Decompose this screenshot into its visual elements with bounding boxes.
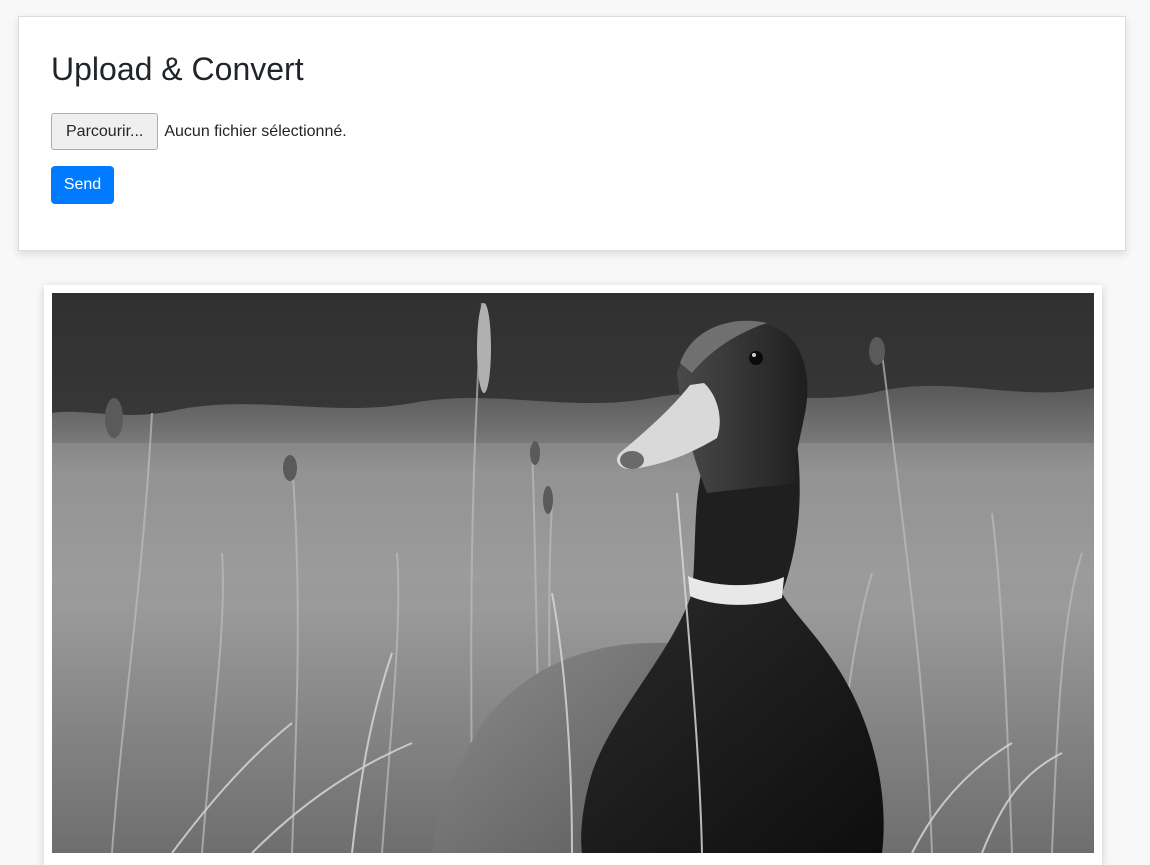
file-input[interactable]: Parcourir... Aucun fichier sélectionné.: [51, 113, 347, 150]
file-status-text: Aucun fichier sélectionné.: [164, 122, 347, 140]
converted-image: [52, 293, 1094, 853]
browse-button[interactable]: Parcourir...: [51, 113, 159, 150]
upload-form-card: Upload & Convert Parcourir... Aucun fich…: [18, 16, 1126, 251]
send-button[interactable]: Send: [51, 166, 114, 204]
converted-image-frame: [44, 285, 1102, 865]
page-title: Upload & Convert: [51, 51, 304, 87]
